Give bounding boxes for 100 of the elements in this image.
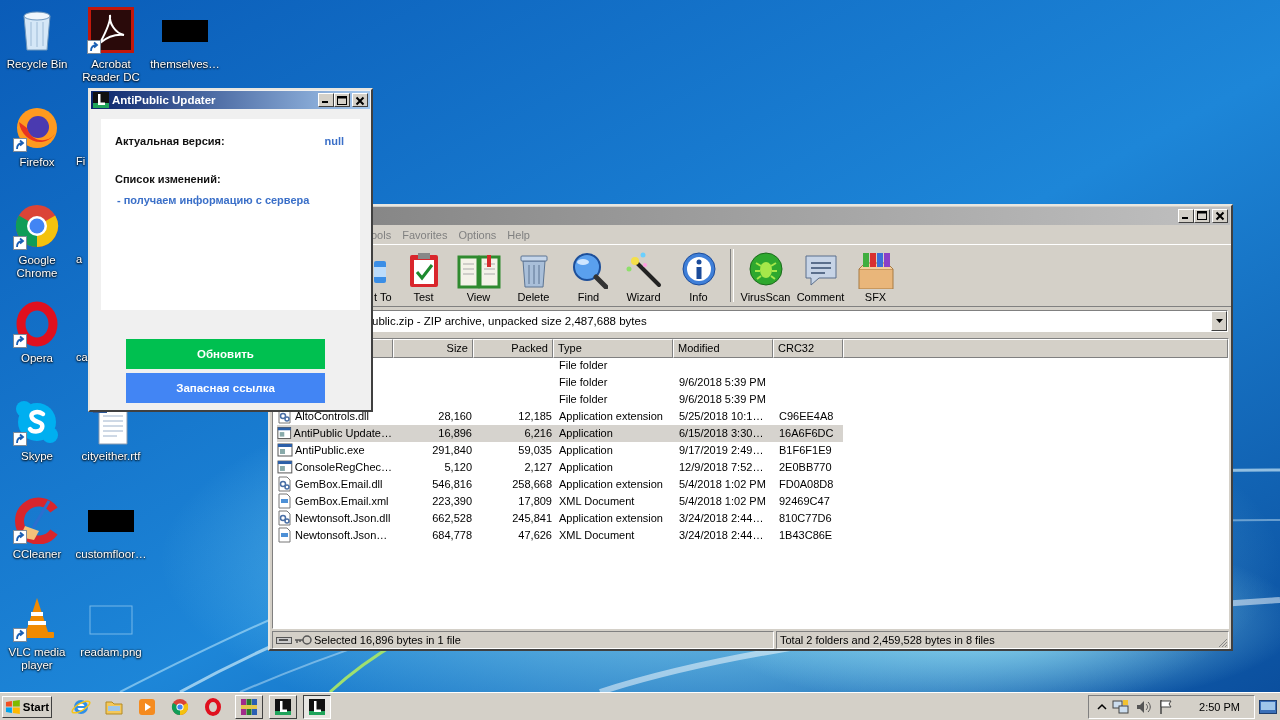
modified-date: 12/9/2018 7:52… — [679, 461, 764, 474]
toolbar-button[interactable]: t To — [374, 244, 396, 307]
dll-file-icon — [277, 510, 293, 527]
books-taskbar-button[interactable] — [235, 694, 263, 719]
packed-size: 245,841 — [512, 512, 552, 525]
status-text: Selected 16,896 bytes in 1 file — [314, 634, 461, 647]
packed-size: 12,185 — [518, 410, 552, 423]
pdf-app-icon[interactable] — [87, 6, 135, 54]
crc-value: 1B43C86E — [779, 529, 833, 542]
file-size: 546,816 — [432, 478, 472, 491]
desktop-icon-label[interactable]: Skype — [21, 450, 53, 463]
toolbar-button[interactable]: SFX — [848, 244, 903, 307]
toolbar-button[interactable]: Comment — [793, 244, 848, 307]
desktop-icon-label[interactable]: customfloor… — [75, 548, 147, 561]
version-label: Актуальная версия: — [115, 135, 225, 147]
toolbar-button[interactable]: Info — [671, 244, 726, 307]
minimize-button[interactable] — [318, 93, 334, 107]
desktop-icon-label[interactable]: Fi — [76, 155, 86, 168]
file-type: Application — [559, 461, 613, 474]
file-size: 662,528 — [432, 512, 472, 525]
modified-date: 9/6/2018 5:39 PM — [679, 393, 766, 406]
maximize-button[interactable] — [1194, 208, 1210, 223]
maximize-icon — [1195, 209, 1209, 223]
box-icon — [855, 251, 896, 290]
crc-value: 16A6F6DC — [779, 427, 834, 440]
file-type: XML Document — [559, 495, 635, 508]
desktop-icon-label[interactable]: Firefox — [19, 156, 55, 169]
cloud-logo-icon[interactable] — [13, 398, 61, 446]
file-type: Application extension — [559, 410, 663, 423]
crc-value: B1F6F1E9 — [779, 444, 832, 457]
column-header[interactable]: Size — [393, 338, 473, 358]
desktop-icon-label[interactable]: themselves… — [150, 58, 220, 71]
desktop-icon-label[interactable]: ca — [76, 351, 88, 364]
network-icon[interactable] — [1112, 698, 1131, 715]
modified-date: 5/4/2018 1:02 PM — [679, 478, 766, 491]
column-header[interactable]: Packed — [473, 338, 553, 358]
broom-icon[interactable] — [13, 496, 61, 544]
close-button[interactable] — [1212, 208, 1228, 223]
toolbar-button[interactable]: Find — [561, 244, 616, 307]
packed-size: 47,626 — [518, 529, 552, 542]
app-logo-icon — [307, 696, 327, 717]
file-type: Application extension — [559, 512, 663, 525]
file-name: AntiPublic.exe — [295, 444, 365, 457]
app-window-icon — [277, 459, 293, 476]
crc-value: 92469C47 — [779, 495, 830, 508]
minimize-icon — [1182, 216, 1188, 219]
column-header[interactable]: Type — [553, 338, 673, 358]
app-logo-taskbar-button[interactable] — [303, 694, 331, 719]
toolbar-button[interactable]: Test — [396, 244, 451, 307]
file-row[interactable]: AntiPublic.exe 291,840 59,035 Application 9/17/2019 2:49… B1F6F1E9 — [277, 441, 843, 459]
file-row[interactable]: GemBox.Email.xml 223,390 17,809 XML Document 5/4/2018 1:02 PM 92469C47 — [277, 492, 843, 510]
status-text: Total 2 folders and 2,459,528 bytes in 8 files — [780, 634, 995, 647]
desktop-icon-label[interactable]: Opera — [21, 352, 53, 365]
file-size: 684,778 — [432, 529, 472, 542]
desktop-icon-label[interactable]: a — [76, 253, 83, 266]
file-size: 28,160 — [438, 410, 472, 423]
file-row[interactable]: Newtonsoft.Json… 684,778 47,626 XML Document 3/24/2018 2:44… 1B43C86E — [277, 526, 843, 544]
desktop-icon-label[interactable]: cityeither.rtf — [81, 450, 141, 463]
key-icon — [294, 635, 312, 646]
app-window-icon — [277, 442, 293, 459]
file-type: File folder — [559, 376, 608, 389]
desktop-icon-label[interactable]: Recycle Bin — [6, 58, 68, 71]
desktop-icon-label[interactable]: readam.png — [80, 646, 142, 659]
start-button[interactable]: Start — [2, 695, 52, 718]
file-row[interactable]: AntiPublic Update… 16,896 6,216 Application 6/15/2018 3:30… 16A6F6DC — [277, 424, 843, 442]
packed-size: 59,035 — [518, 444, 552, 457]
toolbar-button[interactable]: Delete — [506, 244, 561, 307]
desktop-icon-label[interactable]: Acrobat Reader DC — [75, 58, 147, 84]
modified-date: 3/24/2018 2:44… — [679, 512, 764, 525]
clock[interactable]: 2:50 PM — [1199, 700, 1240, 713]
toolbar-button[interactable]: View — [451, 244, 506, 307]
minimize-button[interactable] — [1178, 208, 1194, 223]
maximize-button[interactable] — [334, 93, 350, 107]
column-header[interactable]: CRC32 — [773, 338, 843, 358]
desktop-icon-label[interactable]: VLC media player — [1, 646, 73, 672]
crc-value: 810C77D6 — [779, 512, 832, 525]
file-name: AntiPublic Update… — [293, 427, 392, 440]
close-button[interactable] — [352, 93, 368, 107]
file-row[interactable]: GemBox.Email.dll 546,816 258,668 Application extension 5/4/2018 1:02 PM FD0A08D8 — [277, 475, 843, 493]
file-row[interactable]: ConsoleRegChec… 5,120 2,127 Application 12/9/2018 7:52… 2E0BB770 — [277, 458, 843, 476]
file-size: 5,120 — [444, 461, 472, 474]
minimize-icon — [322, 101, 328, 103]
file-name: Newtonsoft.Json… — [295, 529, 388, 542]
window-title: AntiPublic Updater — [112, 94, 216, 106]
column-header[interactable]: Modified — [673, 338, 773, 358]
show-desktop-icon[interactable] — [1259, 699, 1277, 714]
file-row[interactable]: Newtonsoft.Json.dll 662,528 245,841 Application extension 3/24/2018 2:44… 810C77D6 — [277, 509, 843, 527]
modified-date: 9/6/2018 5:39 PM — [679, 376, 766, 389]
toolbar-button[interactable]: Wizard — [616, 244, 671, 307]
flag-icon[interactable] — [1158, 698, 1175, 715]
modified-date: 5/25/2018 10:1… — [679, 410, 764, 423]
toolbar-button[interactable]: VirusScan — [738, 244, 793, 307]
app-logo-icon — [93, 92, 109, 108]
packed-size: 258,668 — [512, 478, 552, 491]
chevron-up-icon[interactable] — [1097, 701, 1108, 712]
desktop-icon-label[interactable]: Google Chrome — [1, 254, 73, 280]
round-browser-icon[interactable] — [13, 202, 61, 250]
modified-date: 9/17/2019 2:49… — [679, 444, 764, 457]
desktop-icon-label[interactable]: CCleaner — [12, 548, 62, 561]
mirror-link-button[interactable]: Запасная ссылка — [126, 373, 325, 403]
